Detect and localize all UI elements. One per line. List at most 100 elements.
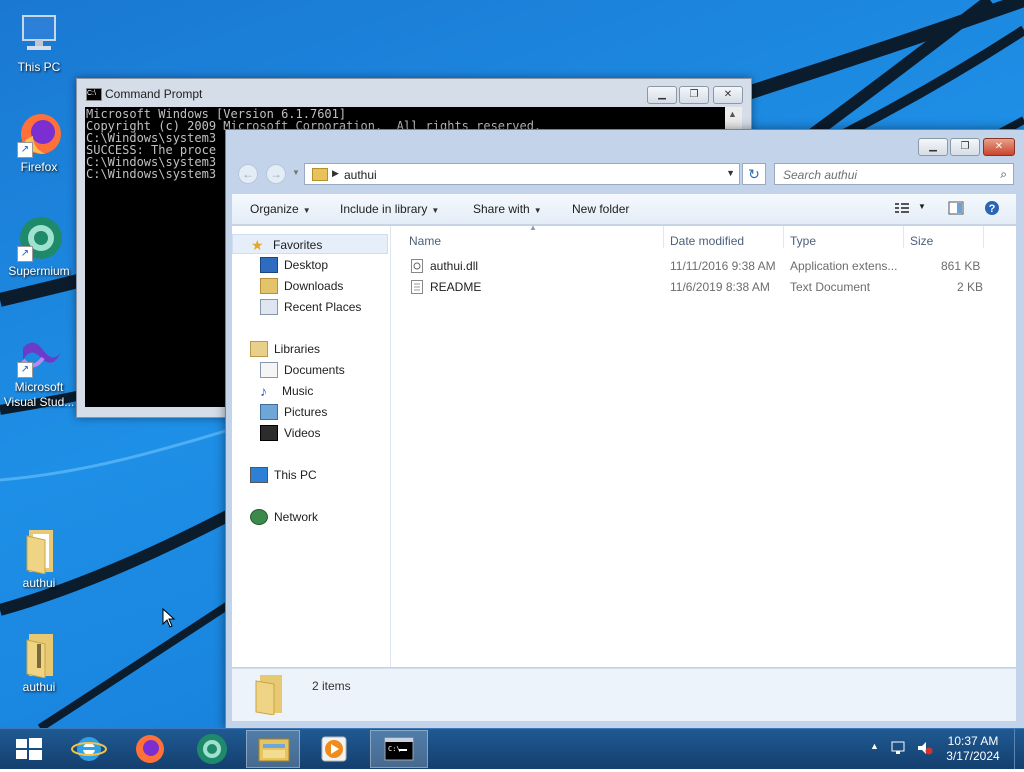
taskbar-firefox[interactable]: [122, 730, 176, 768]
taskbar: C:\ ▲ 10:37 AM 3/17/2024: [0, 728, 1024, 769]
organize-button[interactable]: Organize ▼: [250, 202, 311, 216]
maximize-button[interactable]: ❐: [679, 86, 709, 104]
explorer-window[interactable]: ▁ ❐ ✕ ← → ▼ ▶ authui ▼ ↻ Search authui ⌕…: [225, 129, 1024, 728]
network-icon: [250, 508, 268, 525]
column-header-type[interactable]: Type: [790, 234, 816, 248]
back-button[interactable]: ←: [238, 164, 258, 184]
maximize-button[interactable]: ❐: [950, 138, 980, 156]
column-header-name[interactable]: Name: [409, 234, 441, 248]
column-divider[interactable]: [903, 226, 904, 248]
music-icon: ♪: [260, 382, 267, 399]
column-divider[interactable]: [783, 226, 784, 248]
clock[interactable]: 10:37 AM 3/17/2024: [938, 734, 1008, 764]
folder-icon: [15, 526, 63, 575]
nav-downloads[interactable]: Downloads: [260, 276, 343, 296]
new-folder-label: New folder: [572, 202, 630, 216]
firefox-icon: [136, 735, 164, 763]
recent-locations-chevron-icon[interactable]: ▼: [292, 168, 300, 177]
computer-icon: [15, 10, 63, 58]
new-folder-button[interactable]: New folder: [572, 202, 629, 216]
taskbar-command-prompt[interactable]: C:\: [370, 730, 428, 768]
chevron-down-icon[interactable]: ▼: [918, 202, 934, 218]
network-status-icon[interactable]: [890, 740, 908, 759]
taskbar-internet-explorer[interactable]: [62, 730, 116, 768]
search-icon[interactable]: ⌕: [1000, 167, 1007, 182]
nav-recent-places[interactable]: Recent Places: [260, 297, 361, 317]
include-in-library-button[interactable]: Include in library ▼: [340, 202, 439, 216]
column-header-date[interactable]: Date modified: [670, 234, 744, 248]
libraries-icon: [250, 340, 268, 357]
minimize-button[interactable]: ▁: [918, 138, 948, 156]
help-icon[interactable]: ?: [984, 200, 1000, 216]
nav-desktop[interactable]: Desktop: [260, 255, 328, 275]
taskbar-file-explorer[interactable]: [246, 730, 300, 768]
desktop-icon-authui-zip[interactable]: authui: [1, 630, 77, 695]
desktop-icon-label: This PC: [17, 60, 61, 74]
chevron-down-icon: ▼: [533, 206, 542, 215]
nav-favorites[interactable]: ★ Favorites: [232, 234, 388, 254]
taskbar-media-player[interactable]: [308, 730, 362, 768]
nav-pictures[interactable]: Pictures: [260, 402, 327, 422]
address-bar[interactable]: ▶ authui ▼: [304, 163, 740, 185]
view-options-icon[interactable]: [894, 200, 910, 216]
internet-explorer-icon: [71, 737, 107, 761]
nav-videos[interactable]: Videos: [260, 423, 320, 443]
clock-date: 3/17/2024: [946, 749, 1000, 763]
file-date: 11/6/2019 8:38 AM: [670, 280, 770, 294]
nav-libraries[interactable]: Libraries: [250, 339, 320, 359]
desktop-icon-visual-studio[interactable]: ↗ Microsoft Visual Stud...: [1, 330, 77, 410]
taskbar-supermium[interactable]: [184, 730, 238, 768]
svg-text:?: ?: [989, 203, 996, 215]
cmd-icon: C:\: [86, 88, 102, 101]
volume-muted-icon[interactable]: [916, 740, 934, 759]
preview-pane-icon[interactable]: [948, 200, 964, 216]
shortcut-arrow-icon: ↗: [17, 246, 33, 262]
desktop-icon: [260, 256, 278, 273]
include-label: Include in library: [340, 202, 428, 216]
breadcrumb-separator-icon[interactable]: ▶: [332, 168, 339, 179]
chevron-down-icon: ▼: [431, 206, 440, 215]
file-list[interactable]: Name ▲ Date modified Type Size authui.dl…: [391, 223, 1016, 667]
shortcut-arrow-icon: ↗: [17, 142, 33, 158]
share-with-button[interactable]: Share with ▼: [473, 202, 542, 216]
show-hidden-icons-icon[interactable]: ▲: [870, 741, 879, 751]
chevron-down-icon[interactable]: ▼: [726, 168, 735, 178]
close-button[interactable]: ✕: [713, 86, 743, 104]
nav-network[interactable]: Network: [250, 507, 318, 527]
cmd-titlebar[interactable]: C:\ Command Prompt ▁ ❐ ✕: [77, 79, 751, 107]
computer-icon: [250, 466, 268, 483]
star-icon: ★: [251, 236, 264, 253]
chevron-down-icon: ▼: [302, 206, 311, 215]
forward-button[interactable]: →: [266, 164, 286, 184]
file-size: 2 KB: [957, 280, 984, 294]
recent-places-icon: [260, 298, 278, 315]
nav-music[interactable]: ♪ Music: [260, 381, 313, 401]
table-row[interactable]: README 11/6/2019 8:38 AM Text Document 2…: [405, 277, 1005, 297]
show-desktop-button[interactable]: [1014, 729, 1024, 769]
nav-documents[interactable]: Documents: [260, 360, 345, 380]
visual-studio-icon: ↗: [15, 330, 63, 378]
breadcrumb[interactable]: authui: [344, 168, 377, 182]
minimize-button[interactable]: ▁: [647, 86, 677, 104]
file-date: 11/11/2016 9:38 AM: [670, 259, 776, 273]
column-divider[interactable]: [663, 226, 664, 248]
table-row[interactable]: authui.dll 11/11/2016 9:38 AM Applicatio…: [405, 256, 1005, 276]
desktop-icon-this-pc[interactable]: This PC: [1, 10, 77, 75]
column-header-size[interactable]: Size: [910, 234, 933, 248]
firefox-icon: ↗: [15, 110, 63, 158]
nav-this-pc[interactable]: This PC: [250, 465, 317, 485]
item-count: 2 items: [312, 679, 351, 693]
scroll-up-icon[interactable]: ▲: [728, 109, 737, 119]
start-button[interactable]: [2, 730, 56, 768]
column-divider[interactable]: [983, 226, 984, 248]
desktop-icon-authui-folder[interactable]: authui: [1, 526, 77, 591]
window-title: Command Prompt: [105, 87, 203, 101]
desktop-icon-supermium[interactable]: ↗ Supermium: [1, 214, 77, 279]
close-button[interactable]: ✕: [983, 138, 1015, 156]
refresh-button[interactable]: ↻: [742, 163, 766, 185]
desktop-icon-firefox[interactable]: ↗ Firefox: [1, 110, 77, 175]
folder-icon: [252, 675, 286, 716]
details-pane: 2 items: [232, 668, 1016, 721]
file-name: authui.dll: [430, 259, 479, 273]
search-input[interactable]: Search authui ⌕: [774, 163, 1014, 185]
